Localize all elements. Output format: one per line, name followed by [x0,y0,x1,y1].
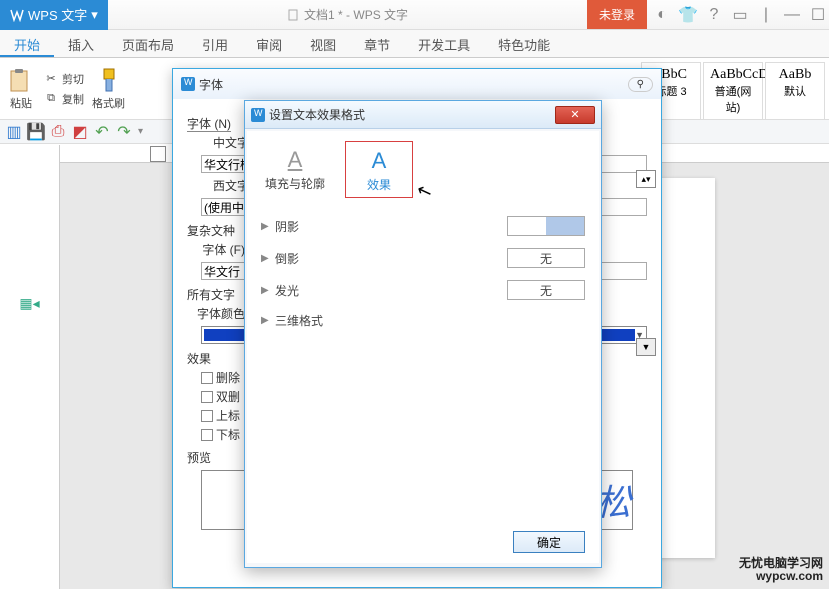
redo-icon[interactable]: ↷ [116,124,132,140]
app-name: WPS 文字 [28,5,87,24]
brush-icon [98,67,120,95]
cut-button[interactable]: ✂ 剪切 [42,70,84,88]
caret-icon: ▶ [261,253,273,264]
sync-icon[interactable]: ◐ [651,4,673,26]
divider: | [755,4,777,26]
tab-features[interactable]: 特色功能 [484,30,564,57]
size-spinner[interactable]: ▴▾ [636,170,656,188]
font-dialog-titlebar[interactable]: 字体 ⚲ [173,69,661,99]
new-doc-icon[interactable]: ▥ [6,124,22,140]
document-title: 文档1 * - WPS 文字 [108,6,587,23]
superscript-checkbox[interactable] [201,410,213,422]
minimize-button[interactable]: — [781,4,803,26]
copy-button[interactable]: ⧉ 复制 [42,90,84,108]
tab-font-n[interactable]: 字体 (N) [187,117,231,132]
caret-icon: ▶ [261,221,273,232]
save-icon[interactable]: 💾 [28,124,44,140]
navigation-panel: ▦◂ [0,145,60,589]
scissors-icon: ✂ [42,70,60,88]
print-preview-icon[interactable]: ◩ [72,124,88,140]
print-icon[interactable]: ⎙ [50,124,66,140]
app-menu-button[interactable]: WPS 文字 ▾ [0,0,108,30]
tab-view[interactable]: 视图 [296,30,350,57]
copy-icon: ⧉ [42,90,60,108]
undo-icon[interactable]: ↶ [94,124,110,140]
double-strike-checkbox[interactable] [201,391,213,403]
ok-button[interactable]: 确定 [513,531,585,553]
font-color-label: 字体颜色 [187,305,245,322]
shadow-combo[interactable] [507,216,585,236]
skin-icon[interactable]: 👕 [677,4,699,26]
style-normal-web[interactable]: AaBbCcD 普通(网站) [703,62,763,120]
pin-button[interactable]: ⚲ [628,77,653,92]
shadow-row[interactable]: ▶ 阴影 [261,210,585,242]
wps-icon [181,77,195,91]
text-effects-icon: A [372,148,387,174]
help-icon[interactable]: ? [703,4,725,26]
tab-insert[interactable]: 插入 [54,30,108,57]
caret-icon: ▶ [261,285,273,296]
glow-row[interactable]: ▶ 发光 无 [261,274,585,306]
tab-effects[interactable]: A 效果 [345,141,413,198]
login-button[interactable]: 未登录 [587,0,647,29]
doc-icon [287,9,299,21]
text-effects-title: 设置文本效果格式 [269,106,365,123]
maximize-button[interactable]: ☐ [807,4,829,26]
caret-icon: ▶ [261,315,273,326]
3d-format-row[interactable]: ▶ 三维格式 [261,306,585,335]
reflection-row[interactable]: ▶ 倒影 无 [261,242,585,274]
tab-references[interactable]: 引用 [188,30,242,57]
ribbon-collapse-icon[interactable]: ▭ [729,4,751,26]
wps-icon [251,108,265,122]
qat-dropdown-icon[interactable]: ▾ [138,126,143,137]
style-default[interactable]: AaBb 默认 [765,62,825,120]
tab-fill-outline[interactable]: A 填充与轮廓 [261,141,329,198]
watermark: 无忧电脑学习网 wypcw.com [739,557,823,583]
tab-stop-left[interactable] [150,146,166,162]
styles-gallery: aBbC 标题 3 AaBbCcD 普通(网站) AaBb 默认 [641,62,825,120]
title-bar: WPS 文字 ▾ 文档1 * - WPS 文字 未登录 ◐ 👕 ? ▭ | — … [0,0,829,30]
glow-combo[interactable]: 无 [507,280,585,300]
paste-button[interactable]: 粘贴 [8,67,34,111]
text-effects-titlebar[interactable]: 设置文本效果格式 ✕ [245,101,601,129]
close-icon: ✕ [570,108,579,121]
format-painter-button[interactable]: 格式刷 [92,67,125,111]
tab-review[interactable]: 审阅 [242,30,296,57]
nav-thumbnail-icon[interactable]: ▦◂ [19,295,39,312]
ribbon-tabs: 开始 插入 页面布局 引用 审阅 视图 章节 开发工具 特色功能 [0,30,829,58]
tab-start[interactable]: 开始 [0,30,54,57]
wps-logo-icon [10,8,24,22]
text-fill-icon: A [288,147,303,173]
subscript-checkbox[interactable] [201,429,213,441]
underline-combo-arrow[interactable]: ▼ [636,338,656,356]
font-dialog-title: 字体 [199,76,223,93]
tab-dev-tools[interactable]: 开发工具 [404,30,484,57]
font-f-label: 字体 (F) [187,241,245,258]
reflection-combo[interactable]: 无 [507,248,585,268]
paste-icon [8,67,34,95]
text-effects-dialog: 设置文本效果格式 ✕ A 填充与轮廓 A 效果 ↖ ▶ 阴影 ▶ 倒影 无 [244,100,602,568]
tab-chapter[interactable]: 章节 [350,30,404,57]
strike-checkbox[interactable] [201,372,213,384]
dropdown-icon: ▾ [91,7,98,23]
tab-page-layout[interactable]: 页面布局 [108,30,188,57]
close-button[interactable]: ✕ [555,106,595,124]
